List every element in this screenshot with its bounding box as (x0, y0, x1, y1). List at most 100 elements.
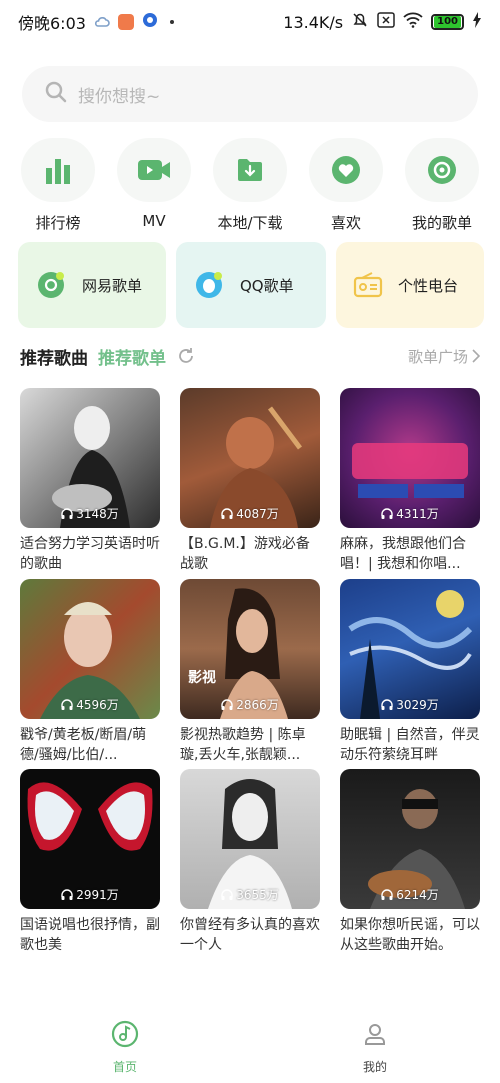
play-count: 2866万 (236, 698, 279, 712)
play-count: 6214万 (396, 888, 439, 902)
play-count: 4311万 (396, 507, 439, 521)
quick-action-label: 我的歌单 (411, 214, 472, 232)
battery-icon: 100 (431, 14, 464, 30)
video-icon (138, 160, 170, 180)
play-count: 3029万 (396, 698, 439, 712)
netease-playlists-card[interactable]: 网易歌单 (18, 242, 166, 328)
playlist-cover: 4087万 (180, 388, 320, 528)
download-folder-icon (238, 159, 262, 181)
play-count: 4087万 (236, 507, 279, 521)
playlist-title: 影视热歌趋势 | 陈卓璇,丢火车,张靓颖... (180, 727, 306, 763)
app-circle-icon (142, 12, 158, 32)
source-label: 个性电台 (398, 276, 459, 295)
playlist-card[interactable]: 3655万 你曾经有多认真的喜欢一个人 (180, 769, 320, 955)
more-notifications-icon (169, 20, 174, 24)
headphones-icon (61, 507, 73, 519)
more-label: 歌单广场 (407, 347, 468, 366)
qq-playlists-card[interactable]: QQ歌单 (176, 242, 326, 328)
playlist-card[interactable]: 2991万 国语说唱也很抒情，副歌也美 (20, 769, 160, 955)
quick-action-label: 喜欢 (330, 214, 361, 232)
netease-icon (38, 272, 64, 298)
nav-label: 首页 (112, 1060, 137, 1074)
play-count: 3655万 (236, 888, 279, 902)
headphones-icon (221, 888, 233, 900)
search-bar[interactable]: 搜你想搜~ (22, 66, 478, 122)
music-disc-icon (111, 1020, 139, 1048)
play-count: 3148万 (76, 507, 119, 521)
playlist-card[interactable]: 3148万 适合努力学习英语时听的歌曲 (20, 388, 160, 574)
quick-action-charts[interactable]: 排行榜 (10, 138, 106, 233)
playlist-cover: 4596万 (20, 579, 160, 719)
playlist-cover: 3655万 (180, 769, 320, 909)
recommend-section-header: 推荐歌曲 推荐歌单 歌单广场 (20, 338, 480, 374)
play-count: 2991万 (76, 888, 119, 902)
cover-caption: 影视 (188, 670, 216, 686)
user-icon (365, 1024, 385, 1045)
quick-actions: 排行榜 MV 本地/下载 喜欢 我的歌单 (0, 138, 500, 233)
quick-action-mv[interactable]: MV (106, 138, 202, 230)
mute-bell-icon (351, 11, 369, 33)
headphones-icon (221, 698, 233, 710)
bottom-nav: 首页 我的 (0, 1010, 500, 1083)
quick-action-favorites[interactable]: 喜欢 (298, 138, 394, 233)
playlist-title: 你曾经有多认真的喜欢一个人 (180, 917, 320, 953)
tab-mine[interactable]: 我的 (335, 1020, 415, 1075)
app-notification-icon (117, 14, 134, 30)
headphones-icon (61, 698, 73, 710)
playlist-cover: 4311万 (340, 388, 480, 528)
playlist-title: 适合努力学习英语时听的歌曲 (20, 536, 160, 572)
playlist-title: 【B.G.M.】游戏必备战歌 (180, 536, 310, 572)
quick-action-my-playlists[interactable]: 我的歌单 (394, 138, 490, 233)
playlist-card[interactable]: 影视 2866万 影视热歌趋势 | 陈卓璇,丢火车,张靓颖... (180, 579, 320, 765)
quick-action-label: MV (142, 212, 166, 230)
playlist-card[interactable]: 3029万 助眠辑 | 自然音，伴灵动乐符萦绕耳畔 (340, 579, 480, 765)
source-label: QQ歌单 (240, 276, 294, 295)
headphones-icon (381, 507, 393, 519)
network-speed: 13.4K/s (283, 12, 344, 32)
playlist-cover: 2991万 (20, 769, 160, 909)
chevron-right-icon (472, 349, 480, 363)
playlist-title: 助眠辑 | 自然音，伴灵动乐符萦绕耳畔 (340, 727, 480, 763)
quick-action-label: 本地/下载 (217, 214, 283, 232)
source-label: 网易歌单 (82, 276, 143, 295)
charging-icon (472, 12, 482, 32)
headphones-icon (381, 888, 393, 900)
nav-label: 我的 (362, 1060, 387, 1074)
disc-icon (428, 156, 456, 184)
playlist-title: 麻麻，我想跟他们合唱！| 我想和你唱... (340, 536, 466, 572)
headphones-icon (381, 698, 393, 710)
quick-action-label: 排行榜 (35, 214, 81, 232)
playlist-cover: 6214万 (340, 769, 480, 909)
playlist-cover: 3148万 (20, 388, 160, 528)
playlist-title: 戳爷/黄老板/断眉/萌德/骚姆/比伯/... (20, 727, 147, 763)
search-icon (44, 80, 68, 108)
headphones-icon (61, 888, 73, 900)
search-placeholder: 搜你想搜~ (78, 86, 161, 107)
section-subtitle[interactable]: 推荐歌单 (98, 344, 166, 369)
quick-action-local-download[interactable]: 本地/下载 (202, 138, 298, 233)
playlist-card[interactable]: 4596万 戳爷/黄老板/断眉/萌德/骚姆/比伯/... (20, 579, 160, 765)
qq-icon (196, 272, 222, 298)
tab-home[interactable]: 首页 (85, 1020, 165, 1075)
heart-icon (332, 156, 360, 184)
status-time: 傍晚6:03 (18, 14, 86, 33)
no-sim-icon (377, 12, 395, 32)
playlist-title: 如果你想听民谣，可以从这些歌曲开始。 (340, 917, 480, 953)
playlist-cover: 影视 2866万 (180, 579, 320, 719)
playlist-cover: 3029万 (340, 579, 480, 719)
playlist-card[interactable]: 4087万 【B.G.M.】游戏必备战歌 (180, 388, 320, 574)
playlist-title: 国语说唱也很抒情，副歌也美 (20, 917, 160, 953)
cloud-icon (94, 13, 110, 32)
personal-radio-card[interactable]: 个性电台 (336, 242, 484, 328)
playlist-card[interactable]: 6214万 如果你想听民谣，可以从这些歌曲开始。 (340, 769, 480, 955)
wifi-icon (403, 12, 423, 32)
radio-icon (353, 272, 383, 298)
refresh-icon[interactable] (176, 346, 196, 366)
bar-chart-icon (46, 159, 70, 184)
section-title[interactable]: 推荐歌曲 (20, 344, 88, 369)
playlist-card[interactable]: 4311万 麻麻，我想跟他们合唱！| 我想和你唱... (340, 388, 480, 574)
playlist-plaza-link[interactable]: 歌单广场 (408, 346, 480, 367)
battery-level: 100 (434, 16, 461, 28)
play-count: 4596万 (76, 698, 119, 712)
status-bar: 傍晚6:03 13.4K/s 100 (0, 0, 500, 44)
